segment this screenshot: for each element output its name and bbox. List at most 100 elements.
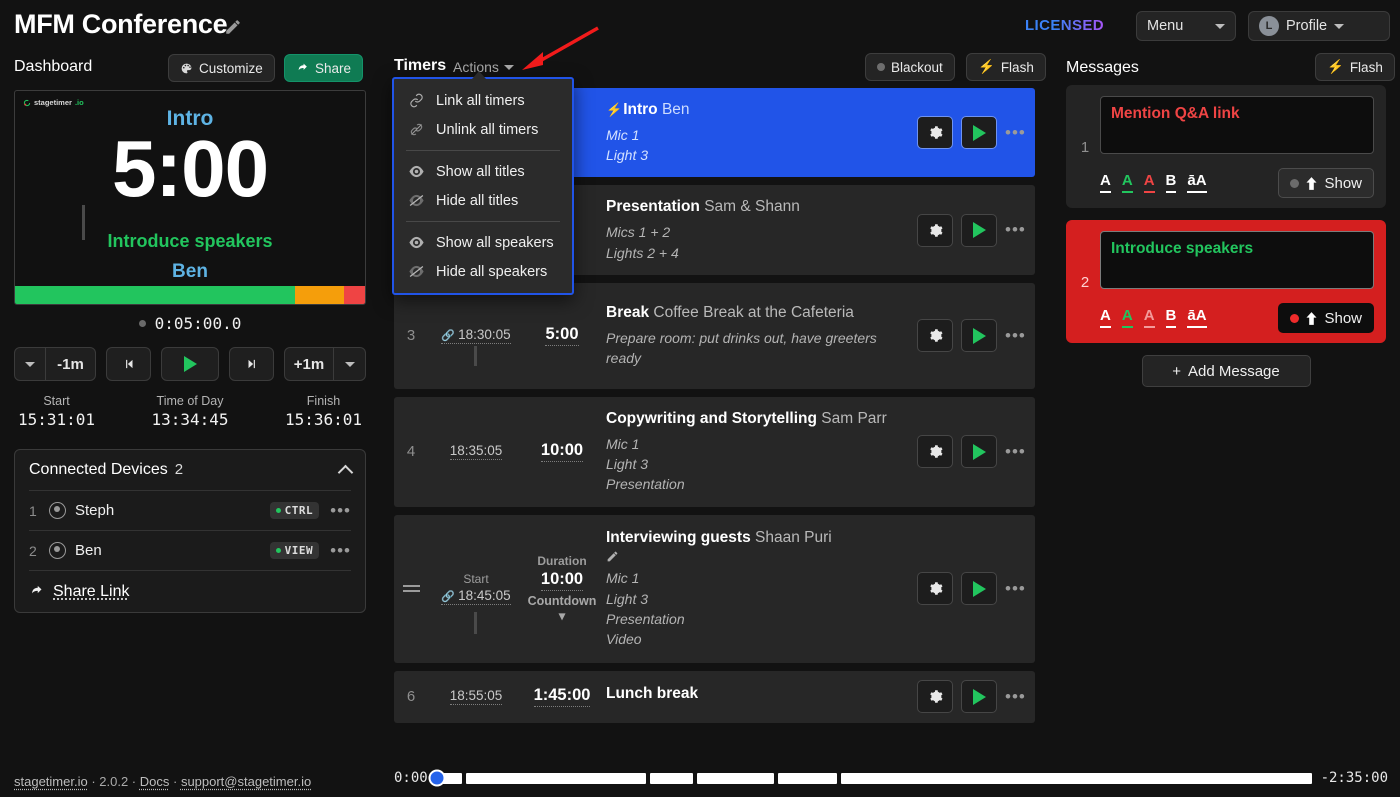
message-format-button[interactable]: āA xyxy=(1187,308,1207,328)
menu-item-hide-all-speakers[interactable]: Hide all speakers xyxy=(394,257,572,286)
timer-start-time[interactable]: Start 🔗 18:45:05 xyxy=(428,572,524,606)
timer-start-time[interactable]: 18:55:05 xyxy=(428,688,524,706)
timer-row[interactable]: 4 18:35:05 10:00 Copywriting and Storytelli… xyxy=(394,396,1035,507)
timer-speaker: Shaan Puri xyxy=(755,528,832,546)
timer-settings-button[interactable] xyxy=(917,435,953,469)
edit-title-pencil-icon[interactable] xyxy=(224,18,242,36)
timer-more-options-button[interactable]: ••• xyxy=(1005,579,1025,599)
timer-row-actions: ••• xyxy=(917,319,1035,353)
timer-start-time[interactable]: 18:35:05 xyxy=(428,443,524,461)
menu-button[interactable]: Menu xyxy=(1136,11,1236,41)
edit-note-pencil-icon[interactable] xyxy=(606,550,619,563)
share-link-row[interactable]: Share Link xyxy=(29,570,351,612)
message-format-button[interactable]: A xyxy=(1100,308,1111,328)
flash-messages-button[interactable]: ⚡ Flash xyxy=(1315,53,1395,81)
timer-more-options-button[interactable]: ••• xyxy=(1005,123,1025,143)
menu-item-show-all-titles[interactable]: Show all titles xyxy=(394,157,572,186)
minus-options-button[interactable] xyxy=(14,347,46,381)
next-timer-button[interactable] xyxy=(229,347,274,381)
timer-play-button[interactable] xyxy=(961,213,997,247)
flash-label: Flash xyxy=(1000,59,1034,75)
share-label: Share xyxy=(315,60,352,76)
menu-item-unlink-all-timers[interactable]: Unlink all timers xyxy=(394,115,572,144)
progress-knob[interactable] xyxy=(428,769,446,787)
timer-more-options-button[interactable]: ••• xyxy=(1005,687,1025,707)
timer-play-button[interactable] xyxy=(961,319,997,353)
device-options-button[interactable]: ••• xyxy=(330,541,351,561)
timer-settings-button[interactable] xyxy=(917,680,953,714)
timer-play-button[interactable] xyxy=(961,116,997,150)
message-toolbar: A A A BāA Show xyxy=(1100,303,1374,333)
device-row[interactable]: 2 Ben VIEW ••• xyxy=(29,530,351,570)
message-format-button[interactable]: B xyxy=(1165,173,1177,193)
duration-column-label: Duration xyxy=(537,554,587,569)
current-time-text: 0:05:00.0 xyxy=(154,314,242,333)
drag-handle[interactable] xyxy=(394,585,428,593)
timer-more-options-button[interactable]: ••• xyxy=(1005,442,1025,462)
timer-duration[interactable]: Duration 10:00 Countdown ▾ xyxy=(524,554,600,623)
timer-duration[interactable]: 1:45:00 xyxy=(524,686,600,708)
minus-one-minute-button[interactable]: -1m xyxy=(46,347,96,381)
timer-more-options-button[interactable]: ••• xyxy=(1005,220,1025,240)
message-show-button[interactable]: Show xyxy=(1278,168,1374,198)
message-show-button[interactable]: Show xyxy=(1278,303,1374,333)
message-format-button[interactable]: A xyxy=(1143,308,1155,328)
menu-item-hide-all-titles[interactable]: Hide all titles xyxy=(394,186,572,215)
message-format-button[interactable]: A xyxy=(1100,173,1111,193)
device-row[interactable]: 1 Steph CTRL ••• xyxy=(29,490,351,530)
add-message-button[interactable]: + Add Message xyxy=(1141,355,1311,387)
timer-settings-button[interactable] xyxy=(917,572,953,606)
plus-one-minute-button[interactable]: +1m xyxy=(284,347,334,381)
footer-docs-link[interactable]: Docs xyxy=(140,774,170,789)
timer-play-button[interactable] xyxy=(961,680,997,714)
timer-row[interactable]: 6 18:55:05 1:45:00 Lunch break ••• xyxy=(394,670,1035,723)
play-button[interactable] xyxy=(161,347,219,381)
timer-start-time[interactable]: 🔗 18:30:05 xyxy=(428,327,524,345)
chevron-up-icon[interactable] xyxy=(337,464,354,480)
timer-settings-button[interactable] xyxy=(917,213,953,247)
timer-row-actions: ••• xyxy=(917,680,1035,714)
devices-header[interactable]: Connected Devices 2 xyxy=(29,450,354,490)
start-time-value: 18:30:05 xyxy=(458,327,511,343)
timer-settings-button[interactable] xyxy=(917,319,953,353)
message-format-button[interactable]: āA xyxy=(1187,173,1207,193)
progress-track[interactable] xyxy=(428,769,1312,787)
plus-options-button[interactable] xyxy=(334,347,366,381)
message-format-button[interactable]: A xyxy=(1143,173,1155,193)
device-options-button[interactable]: ••• xyxy=(330,501,351,521)
timer-mode-select[interactable]: Countdown ▾ xyxy=(524,594,600,623)
share-button[interactable]: Share xyxy=(284,54,364,82)
timer-row[interactable]: 3 🔗 18:30:05 5:00 Break Coffee Break at the … xyxy=(394,282,1035,389)
footer-site-link[interactable]: stagetimer.io xyxy=(14,774,88,789)
profile-button[interactable]: L Profile xyxy=(1248,11,1390,41)
menu-item-link-all-timers[interactable]: Link all timers xyxy=(394,86,572,115)
message-format-button[interactable]: A xyxy=(1121,308,1133,328)
message-input[interactable]: Introduce speakers xyxy=(1100,231,1374,289)
show-label: Show xyxy=(1324,174,1362,192)
role-text: CTRL xyxy=(284,504,314,517)
timer-notes: Mics 1 + 2 Lights 2 + 4 xyxy=(606,222,909,263)
message-input[interactable]: Mention Q&A link xyxy=(1100,96,1374,154)
previous-timer-button[interactable] xyxy=(106,347,151,381)
message-card: 1 Mention Q&A link A A A BāA Show xyxy=(1066,85,1386,208)
timer-settings-button[interactable] xyxy=(917,116,953,150)
timer-row[interactable]: Start 🔗 18:45:05 Duration 10:00 Countdown ▾ In… xyxy=(394,514,1035,663)
timer-duration[interactable]: 5:00 xyxy=(524,325,600,347)
lightning-icon: ⚡ xyxy=(978,59,995,74)
messages-heading: Messages xyxy=(1066,59,1139,76)
message-format-button[interactable]: B xyxy=(1165,308,1177,328)
footer-support-link[interactable]: support@stagetimer.io xyxy=(181,774,311,789)
message-format-button[interactable]: A xyxy=(1121,173,1133,193)
blackout-button[interactable]: Blackout xyxy=(865,53,955,81)
customize-button[interactable]: Customize xyxy=(168,54,275,82)
timer-duration[interactable]: 10:00 xyxy=(524,441,600,463)
timer-title: Presentation Sam & Shann xyxy=(606,197,909,217)
timer-row-actions: ••• xyxy=(917,572,1035,606)
timer-more-options-button[interactable]: ••• xyxy=(1005,326,1025,346)
timer-index: 6 xyxy=(406,688,416,706)
flash-timers-button[interactable]: ⚡ Flash xyxy=(966,53,1046,81)
licensed-badge: LICENSED xyxy=(1024,17,1104,34)
timer-play-button[interactable] xyxy=(961,435,997,469)
menu-item-show-all-speakers[interactable]: Show all speakers xyxy=(394,228,572,257)
timer-play-button[interactable] xyxy=(961,572,997,606)
